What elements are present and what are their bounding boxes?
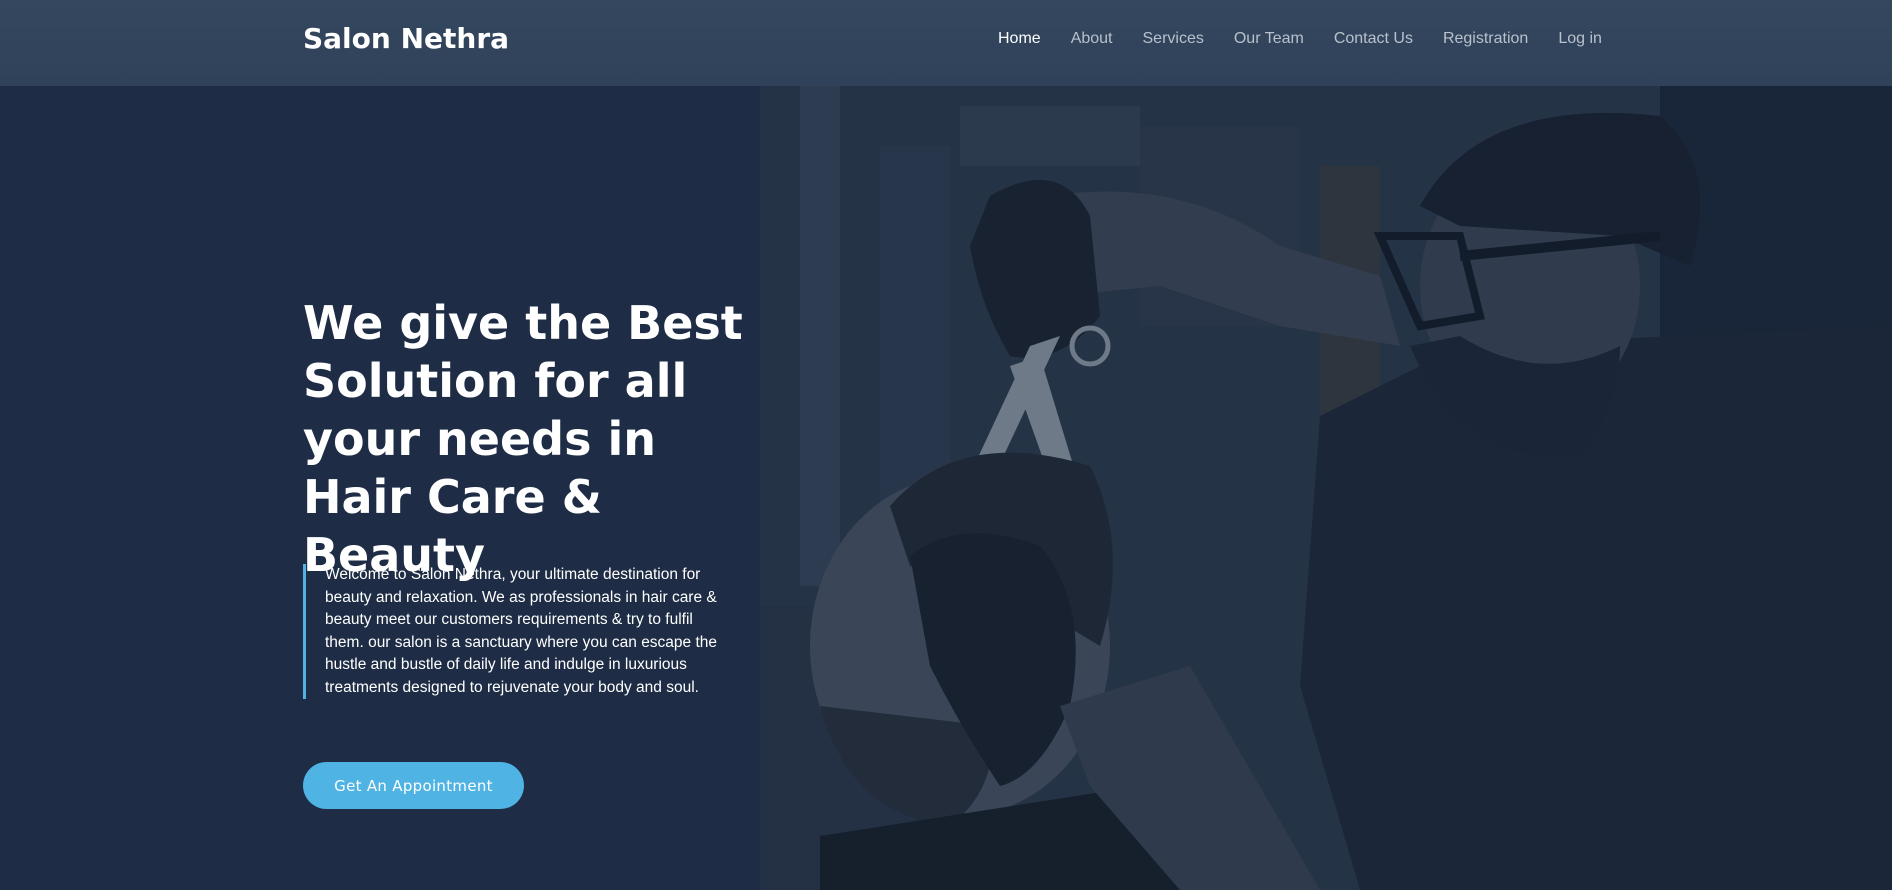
nav-link-registration[interactable]: Registration — [1443, 30, 1528, 48]
hero-title: We give the Best Solution for all your n… — [303, 296, 743, 582]
nav-links: Home About Services Our Team Contact Us … — [998, 30, 1602, 48]
get-appointment-button[interactable]: Get An Appointment — [303, 762, 524, 809]
brand-logo[interactable]: Salon Nethra — [303, 22, 509, 55]
nav-link-services[interactable]: Services — [1143, 30, 1204, 48]
nav-link-our-team[interactable]: Our Team — [1234, 30, 1304, 48]
hero-description: Welcome to Salon Nethra, your ultimate d… — [325, 566, 718, 696]
navbar: Salon Nethra Home About Services Our Tea… — [0, 0, 1892, 86]
nav-link-log-in[interactable]: Log in — [1558, 30, 1602, 48]
nav-link-about[interactable]: About — [1071, 30, 1113, 48]
hero-description-block: Welcome to Salon Nethra, your ultimate d… — [303, 564, 723, 699]
nav-link-home[interactable]: Home — [998, 30, 1041, 48]
barber-photo-illustration — [760, 86, 1892, 890]
hero-image — [760, 86, 1892, 890]
nav-link-contact-us[interactable]: Contact Us — [1334, 30, 1413, 48]
